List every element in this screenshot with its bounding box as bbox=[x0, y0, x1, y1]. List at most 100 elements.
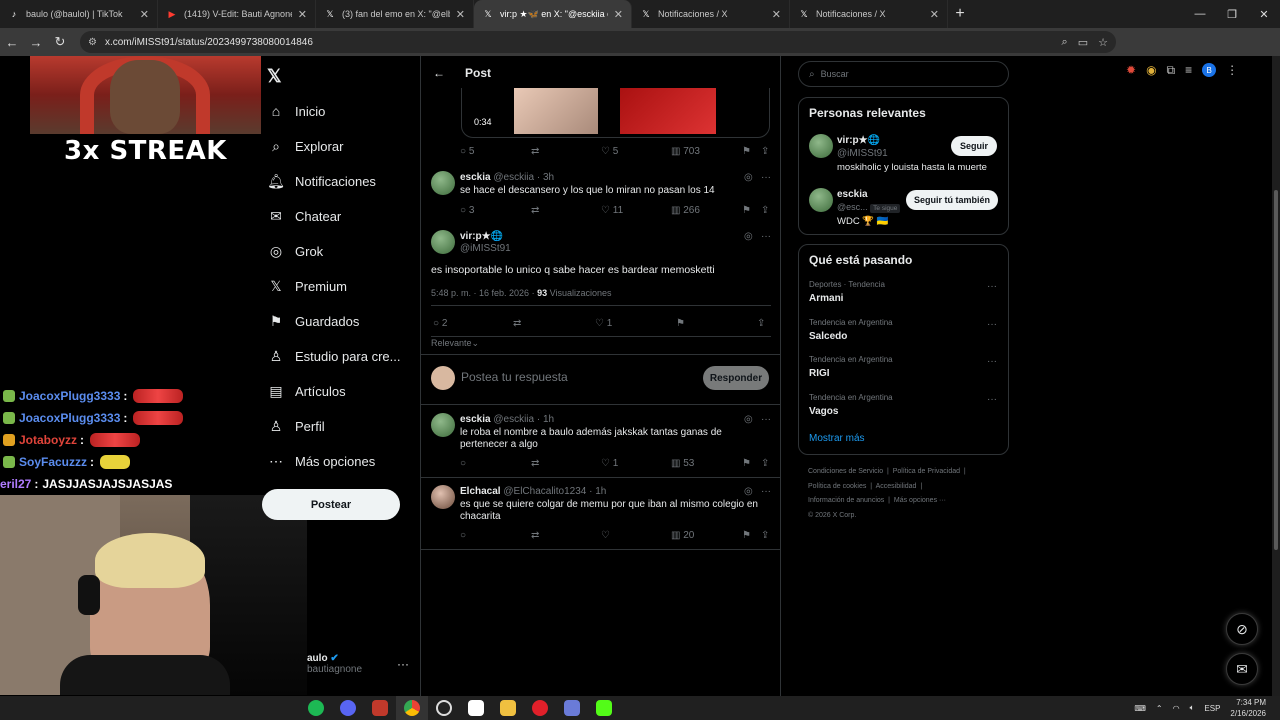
nav-item[interactable]: ◎ Grok bbox=[267, 236, 323, 266]
more-icon[interactable]: ··· bbox=[761, 414, 771, 425]
close-tab-icon[interactable]: ✕ bbox=[298, 8, 307, 21]
cast-icon[interactable]: ▭ bbox=[1078, 36, 1088, 49]
app-icon[interactable] bbox=[556, 696, 588, 720]
app-icon[interactable] bbox=[460, 696, 492, 720]
browser-tab[interactable]: 𝕏vir:p ★🦋 en X: "@esckiia es inso ✕ bbox=[474, 0, 632, 28]
extension-icon[interactable]: ✹ bbox=[1126, 63, 1136, 77]
reply-author[interactable]: esckia @esckiia · 3h bbox=[460, 172, 554, 183]
chat-username[interactable]: JoacoxPlugg3333 bbox=[19, 389, 120, 403]
browser-tab[interactable]: 𝕏 (3) fan del emo en X: "@elbajar ✕ bbox=[316, 0, 474, 28]
discord-icon[interactable] bbox=[332, 696, 364, 720]
person-name[interactable]: esckia bbox=[837, 189, 868, 200]
share-icon[interactable]: ⇪ bbox=[761, 530, 769, 541]
grok-icon[interactable]: ◎ bbox=[744, 172, 753, 183]
bookmark-icon[interactable]: ⚑ bbox=[742, 205, 751, 216]
footer-link[interactable]: Condiciones de Servicio bbox=[808, 468, 883, 475]
grok-icon[interactable]: ◎ bbox=[744, 486, 753, 497]
tweet-timestamp[interactable]: 5:48 p. m. · 16 feb. 2026 · bbox=[431, 288, 535, 298]
avatar[interactable] bbox=[809, 134, 833, 158]
more-icon[interactable]: ··· bbox=[987, 356, 997, 367]
url-bar[interactable]: ⚙ x.com/iMISSt91/status/2023499738080014… bbox=[80, 31, 1116, 53]
grok-icon[interactable]: ◎ bbox=[744, 414, 753, 425]
avatar[interactable] bbox=[431, 171, 455, 195]
close-tab-icon[interactable]: ✕ bbox=[930, 8, 939, 21]
like-icon[interactable]: ♡ 1 bbox=[595, 318, 612, 329]
more-icon[interactable]: ··· bbox=[987, 281, 997, 292]
repost-icon[interactable]: ⇄ bbox=[531, 205, 539, 216]
footer-link[interactable]: Accesibilidad bbox=[876, 483, 917, 490]
grok-fab-icon[interactable]: ⊘ bbox=[1226, 613, 1258, 645]
avatar[interactable] bbox=[431, 485, 455, 509]
more-icon[interactable]: ··· bbox=[761, 172, 771, 183]
reply-icon[interactable]: ○ 3 bbox=[460, 205, 474, 216]
footer-link[interactable]: Política de cookies bbox=[808, 483, 866, 490]
close-window-icon[interactable]: ✕ bbox=[1248, 0, 1280, 28]
follow-button[interactable]: Seguir bbox=[951, 136, 997, 156]
show-more-link[interactable]: Mostrar más bbox=[809, 433, 865, 444]
share-icon[interactable]: ⇪ bbox=[761, 205, 769, 216]
messages-fab-icon[interactable]: ✉ bbox=[1226, 653, 1258, 685]
chat-username[interactable]: Jotaboyzz bbox=[19, 433, 77, 447]
chrome-icon[interactable] bbox=[396, 696, 428, 720]
browser-tab[interactable]: 𝕏 Notificaciones / X ✕ bbox=[632, 0, 790, 28]
new-tab-button[interactable]: + bbox=[948, 0, 972, 28]
kick-icon[interactable] bbox=[588, 696, 620, 720]
repost-icon[interactable]: ⇄ bbox=[513, 318, 521, 329]
like-icon[interactable]: ♡ 11 bbox=[601, 205, 623, 216]
opera-icon[interactable] bbox=[524, 696, 556, 720]
obs-icon[interactable] bbox=[428, 696, 460, 720]
reply-icon[interactable]: ○ 2 bbox=[433, 318, 447, 329]
puzzle-icon[interactable]: ⧉ bbox=[1167, 63, 1176, 78]
nav-item[interactable]: ♙ Estudio para cre... bbox=[267, 341, 401, 371]
video-embed[interactable]: 0:34 bbox=[461, 88, 770, 138]
star-icon[interactable]: ☆ bbox=[1098, 36, 1108, 49]
back-arrow-icon[interactable]: ← bbox=[433, 66, 445, 80]
scrollbar-thumb[interactable] bbox=[1274, 190, 1278, 550]
avatar[interactable] bbox=[431, 230, 455, 254]
extension-icon[interactable]: ◉ bbox=[1146, 63, 1156, 77]
zoom-icon[interactable]: ⌕ bbox=[1062, 36, 1068, 49]
views-icon[interactable]: ▥ 53 bbox=[671, 458, 694, 469]
nav-item[interactable]: 🔔︎ Notificaciones bbox=[267, 166, 376, 196]
follow-back-button[interactable]: Seguir tú también bbox=[906, 190, 998, 210]
reply-icon[interactable]: ○ bbox=[460, 458, 466, 469]
grok-icon[interactable]: ◎ bbox=[744, 231, 753, 242]
page-scrollbar[interactable] bbox=[1272, 56, 1280, 696]
chat-username[interactable]: SoyFacuzzz bbox=[19, 455, 87, 469]
views-icon[interactable]: ▥ 20 bbox=[671, 530, 694, 541]
forward-icon[interactable]: → bbox=[24, 28, 48, 56]
browser-tab[interactable]: ♪ baulo (@baulol) | TikTok ✕ bbox=[0, 0, 158, 28]
repost-icon[interactable]: ⇄ bbox=[531, 458, 539, 469]
nav-item[interactable]: ⌂ Inicio bbox=[267, 96, 326, 126]
footer-link[interactable]: Información de anuncios bbox=[808, 497, 884, 504]
person-name[interactable]: vir:p★🌐 bbox=[837, 135, 880, 146]
menu-icon[interactable]: ⋮ bbox=[1226, 63, 1238, 77]
footer-link[interactable]: Política de Privacidad bbox=[893, 468, 960, 475]
avatar[interactable] bbox=[809, 188, 833, 212]
restore-icon[interactable]: ❐ bbox=[1216, 0, 1248, 28]
reply-input[interactable]: Postea tu respuesta bbox=[461, 370, 568, 384]
nav-item[interactable]: ✉ Chatear bbox=[267, 201, 341, 231]
clock[interactable]: 7:34 PM 2/16/2026 bbox=[1230, 697, 1266, 719]
app-icon[interactable] bbox=[300, 696, 332, 720]
more-icon[interactable]: ··· bbox=[761, 231, 771, 242]
reload-icon[interactable]: ↻ bbox=[48, 28, 72, 56]
footer-link[interactable]: Más opciones ··· bbox=[894, 497, 946, 504]
repost-icon[interactable]: ⇄ bbox=[531, 530, 539, 541]
media-icon[interactable]: ≡ bbox=[1185, 63, 1192, 77]
share-icon[interactable]: ⇪ bbox=[757, 318, 765, 329]
reply-icon[interactable]: ○ bbox=[460, 530, 466, 541]
views-icon[interactable]: ▥ 703 bbox=[671, 146, 700, 157]
profile-avatar[interactable]: B bbox=[1202, 63, 1217, 77]
nav-item[interactable]: ♙ Perfil bbox=[267, 411, 325, 441]
share-icon[interactable]: ⇪ bbox=[761, 146, 769, 157]
more-icon[interactable]: ··· bbox=[761, 486, 771, 497]
keyboard-icon[interactable]: ⌨ bbox=[1134, 704, 1146, 713]
nav-item[interactable]: ▤ Artículos bbox=[267, 376, 345, 406]
bookmark-icon[interactable]: ⚑ bbox=[742, 530, 751, 541]
like-icon[interactable]: ♡ bbox=[601, 530, 610, 541]
more-icon[interactable]: ··· bbox=[987, 394, 997, 405]
reply-icon[interactable]: ○ 5 bbox=[460, 146, 474, 157]
focus-author[interactable]: vir:p★🌐 bbox=[460, 231, 503, 242]
wifi-icon[interactable]: ◠ bbox=[1173, 704, 1180, 713]
